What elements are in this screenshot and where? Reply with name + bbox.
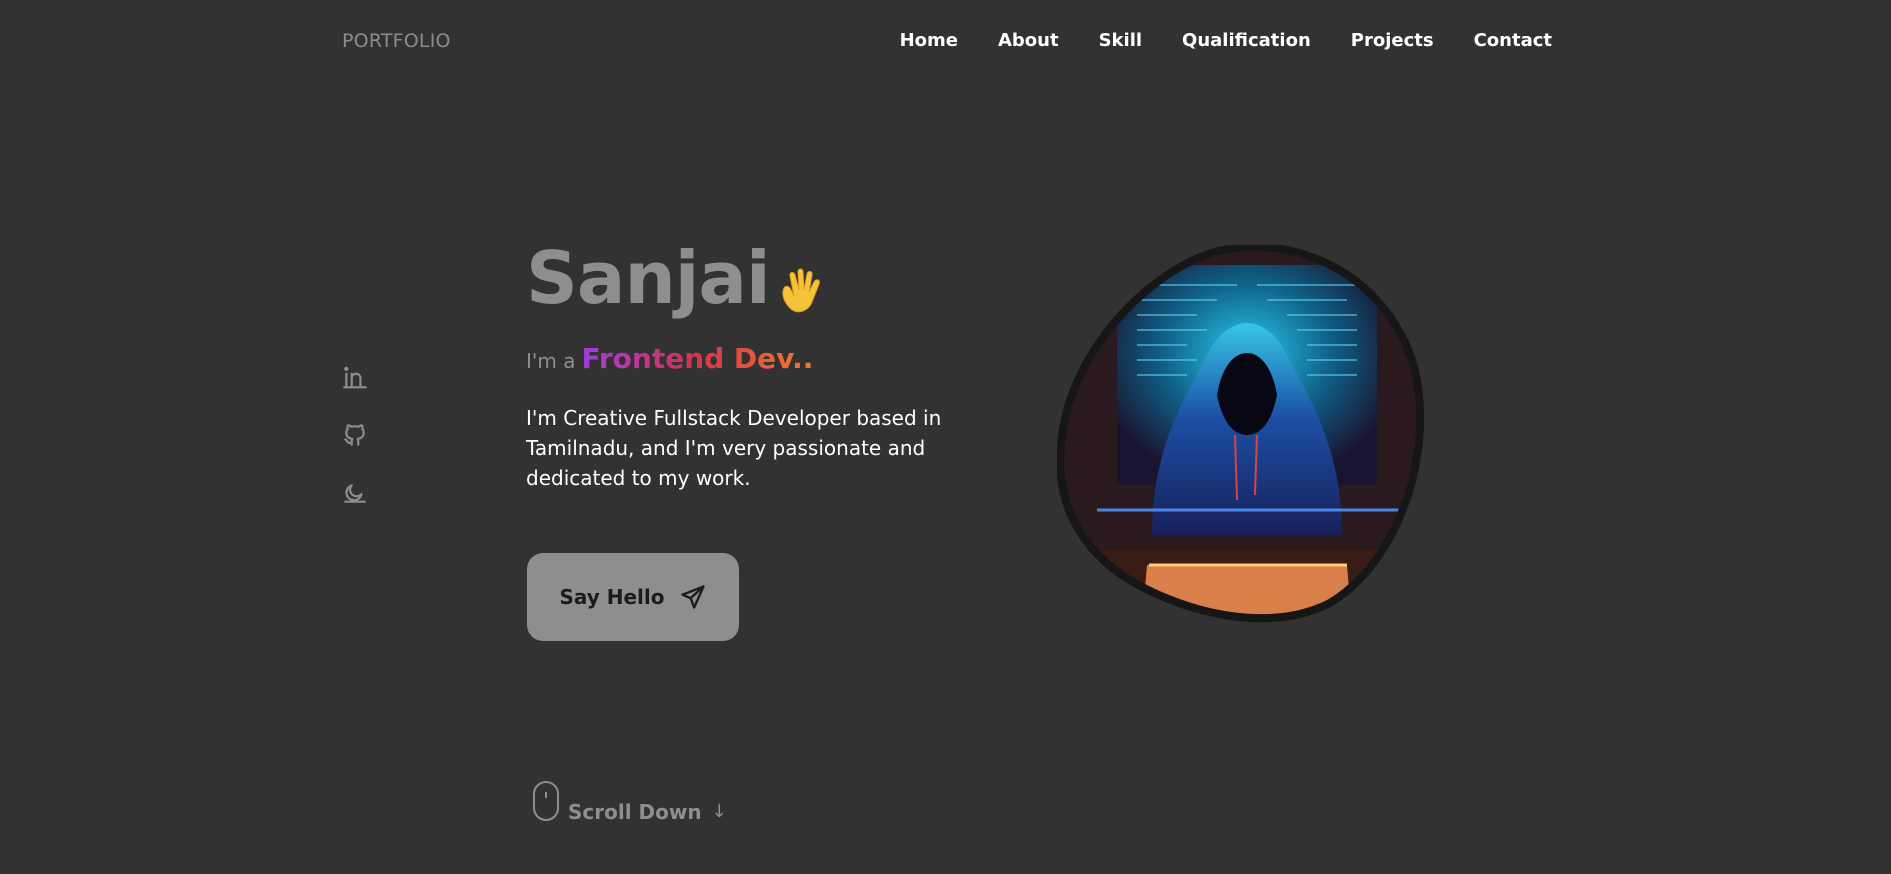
nav-qualification[interactable]: Qualification (1182, 30, 1311, 51)
say-hello-button[interactable]: Say Hello (527, 553, 739, 641)
brand-logo[interactable]: PORTFOLIO (342, 30, 451, 52)
hero-name: Sanjai (526, 236, 826, 320)
subtitle-prefix: I'm a (526, 349, 576, 373)
nav-home[interactable]: Home (900, 30, 958, 51)
scroll-down-link[interactable]: Scroll Down ↓ (532, 780, 727, 824)
hero-subtitle: I'm a Frontend Dev.. (526, 342, 813, 375)
social-links (342, 364, 368, 506)
nav-projects[interactable]: Projects (1351, 30, 1434, 51)
linkedin-icon[interactable] (342, 364, 368, 390)
mouse-icon (532, 780, 560, 822)
subtitle-role: Frontend Dev.. (581, 342, 814, 375)
waving-hand-icon (776, 251, 826, 313)
hero-image (1056, 242, 1435, 623)
moon-icon[interactable] (342, 480, 368, 506)
portfolio-page: PORTFOLIO Home About Skill Qualification… (0, 0, 1891, 874)
scroll-down-label: Scroll Down (568, 800, 702, 824)
send-icon (680, 585, 705, 609)
say-hello-label: Say Hello (559, 585, 665, 609)
main-nav: Home About Skill Qualification Projects … (900, 30, 1552, 51)
nav-contact[interactable]: Contact (1474, 30, 1552, 51)
hero-name-text: Sanjai (526, 236, 771, 320)
hero-description: I'm Creative Fullstack Developer based i… (526, 406, 942, 490)
nav-about[interactable]: About (998, 30, 1059, 51)
arrow-down-icon: ↓ (711, 801, 727, 822)
github-icon[interactable] (342, 422, 368, 448)
nav-skill[interactable]: Skill (1099, 30, 1142, 51)
